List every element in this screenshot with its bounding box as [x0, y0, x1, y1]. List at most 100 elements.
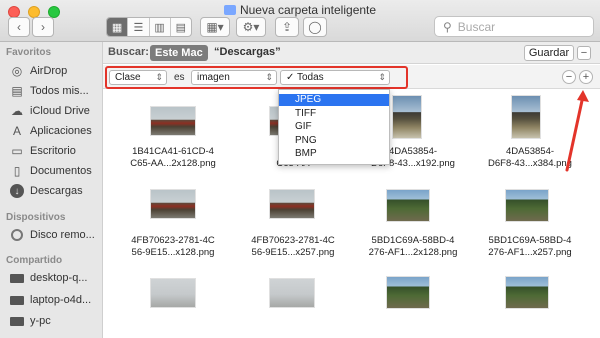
file-thumbnail[interactable] [505, 189, 549, 222]
sidebar-item-documents[interactable]: ▯ Documentos [10, 162, 92, 180]
column-view-icon[interactable]: ▥ [150, 18, 171, 36]
file-name[interactable]: 4FB70623-2781-4C 56-9E15...x257.png [233, 235, 353, 259]
file-name[interactable]: 5BD1C69A-58BD-4 276-AF1...2x128.png [353, 235, 473, 259]
file-name-line: 1B41CA41-61CD-4 [132, 146, 214, 157]
menu-item-bmp[interactable]: BMP [279, 148, 389, 160]
search-scope-label: Buscar: [108, 46, 149, 58]
sidebar-item-label: Descargas [30, 185, 83, 197]
file-thumbnail[interactable] [386, 276, 430, 309]
tag-icon: ◯ [308, 20, 322, 34]
search-field[interactable]: ⚲ Buscar [434, 16, 594, 37]
file-name-line: 56-9E15...x128.png [131, 247, 215, 258]
sidebar-item-label: iCloud Drive [30, 105, 90, 117]
search-scope-bar: Buscar: Este Mac “Descargas” Guardar − [103, 42, 600, 64]
computer-icon [10, 271, 24, 285]
sidebar-item-downloads[interactable]: ↓ Descargas [10, 182, 83, 200]
sidebar-item-label: Todos mis... [30, 85, 89, 97]
view-mode-control: ▦ ☰ ▥ ▤ [106, 17, 192, 37]
file-name-line: 4FB70623-2781-4C [251, 235, 335, 246]
forward-button[interactable]: › [32, 17, 54, 37]
sidebar-item-airdrop[interactable]: ◎ AirDrop [10, 62, 68, 80]
sidebar-item-applications[interactable]: A Aplicaciones [10, 122, 92, 140]
desktop-icon: ▭ [11, 144, 23, 158]
chevron-right-icon: › [41, 20, 45, 34]
download-icon: ↓ [10, 184, 24, 198]
remove-rule-button[interactable]: − [562, 70, 576, 84]
file-thumbnail[interactable] [269, 189, 315, 219]
file-name[interactable]: 4FB70623-2781-4C 56-9E15...x128.png [113, 235, 233, 259]
window-title: Nueva carpeta inteligente [0, 3, 600, 17]
applications-icon: A [12, 124, 21, 138]
remove-search-button[interactable]: − [577, 46, 591, 60]
share-button[interactable]: ⇪ [275, 17, 299, 37]
file-name[interactable]: 1B41CA41-61CD-4 C65-AA...2x128.png [113, 146, 233, 170]
document-icon: ▯ [13, 164, 21, 178]
file-thumbnail[interactable] [386, 189, 430, 222]
sidebar: Favoritos ◎ AirDrop ▤ Todos mis... ☁ iCloud… [0, 42, 103, 338]
menu-item-gif[interactable]: GIF [279, 121, 389, 133]
airdrop-icon: ◎ [11, 64, 23, 78]
sidebar-item-label: Aplicaciones [30, 125, 92, 137]
sidebar-item-icloud[interactable]: ☁ iCloud Drive [10, 102, 90, 120]
file-name-line: 276-AF1...2x128.png [368, 247, 458, 258]
sidebar-item-label: laptop-o4d... [30, 294, 92, 306]
file-name-line: 56-9E15...x257.png [251, 247, 335, 258]
annotation-highlight-box [105, 66, 408, 89]
menu-item-tiff[interactable]: TIFF [279, 108, 389, 120]
sidebar-heading-favorites: Favoritos [6, 47, 52, 58]
main-content: Buscar: Este Mac “Descargas” Guardar − C… [103, 42, 600, 338]
smart-folder-icon [223, 5, 236, 15]
file-thumbnail[interactable] [150, 106, 196, 136]
sidebar-item-label: Escritorio [30, 145, 76, 157]
file-thumbnail[interactable] [392, 95, 422, 139]
arrange-icon: ▦▾ [206, 20, 224, 34]
file-thumbnail[interactable] [150, 189, 196, 219]
scope-this-mac-button[interactable]: Este Mac [150, 45, 208, 61]
back-button[interactable]: ‹ [8, 17, 30, 37]
gear-icon: ⚙▾ [242, 20, 260, 34]
sidebar-item-y-pc[interactable]: y-pc [10, 312, 51, 330]
sidebar-item-laptop-o4d[interactable]: laptop-o4d... [10, 291, 91, 309]
all-files-icon: ▤ [11, 84, 23, 98]
sidebar-item-label: AirDrop [30, 65, 68, 77]
file-name[interactable]: 5BD1C69A-58BD-4 276-AF1...x257.png [470, 235, 590, 259]
grid-view-icon[interactable]: ▦ [107, 18, 129, 36]
sidebar-item-label: Documentos [30, 165, 92, 177]
sidebar-item-desktop[interactable]: ▭ Escritorio [10, 142, 76, 160]
file-thumbnail[interactable] [269, 278, 315, 308]
disc-icon [10, 228, 24, 242]
file-thumbnail[interactable] [511, 95, 541, 139]
file-name-line: C65-AA...2x128.png [130, 158, 216, 169]
scope-downloads-button[interactable]: “Descargas” [214, 46, 281, 58]
computer-icon [10, 314, 24, 328]
sidebar-item-all-files[interactable]: ▤ Todos mis... [10, 82, 89, 100]
search-icon: ⚲ [443, 19, 452, 34]
arrange-button[interactable]: ▦▾ [200, 17, 230, 37]
image-type-menu: JPEG TIFF GIF PNG BMP [278, 89, 390, 165]
sidebar-item-desktop-q[interactable]: desktop-q... [10, 269, 87, 287]
window-toolbar: Nueva carpeta inteligente ‹ › ▦ ☰ ▥ ▤ ▦▾… [0, 0, 600, 42]
sidebar-item-label: y-pc [30, 315, 51, 327]
save-button[interactable]: Guardar [524, 45, 574, 61]
action-button[interactable]: ⚙▾ [236, 17, 266, 37]
file-name-line: 5BD1C69A-58BD-4 [488, 235, 572, 246]
add-rule-button[interactable]: + [579, 70, 593, 84]
file-name-line: 5BD1C69A-58BD-4 [371, 235, 455, 246]
file-thumbnail[interactable] [150, 278, 196, 308]
sidebar-heading-shared: Compartido [6, 255, 63, 266]
tags-button[interactable]: ◯ [303, 17, 327, 37]
menu-item-png[interactable]: PNG [279, 135, 389, 147]
window-title-text: Nueva carpeta inteligente [239, 3, 377, 17]
annotation-arrow-icon [565, 90, 589, 172]
search-placeholder: Buscar [457, 19, 496, 34]
gallery-view-icon[interactable]: ▤ [171, 18, 191, 36]
file-thumbnail[interactable] [505, 276, 549, 309]
file-name-line: 4FB70623-2781-4C [131, 235, 215, 246]
list-view-icon[interactable]: ☰ [128, 18, 150, 36]
sidebar-item-remote-disc[interactable]: Disco remo... [10, 226, 95, 244]
file-name-line: 276-AF1...x257.png [488, 247, 572, 258]
search-rule-row: Clase es imagen ✓ Todas − + [103, 65, 600, 89]
sidebar-item-label: desktop-q... [30, 272, 88, 284]
share-icon: ⇪ [281, 20, 293, 34]
menu-item-jpeg[interactable]: JPEG [279, 94, 389, 106]
